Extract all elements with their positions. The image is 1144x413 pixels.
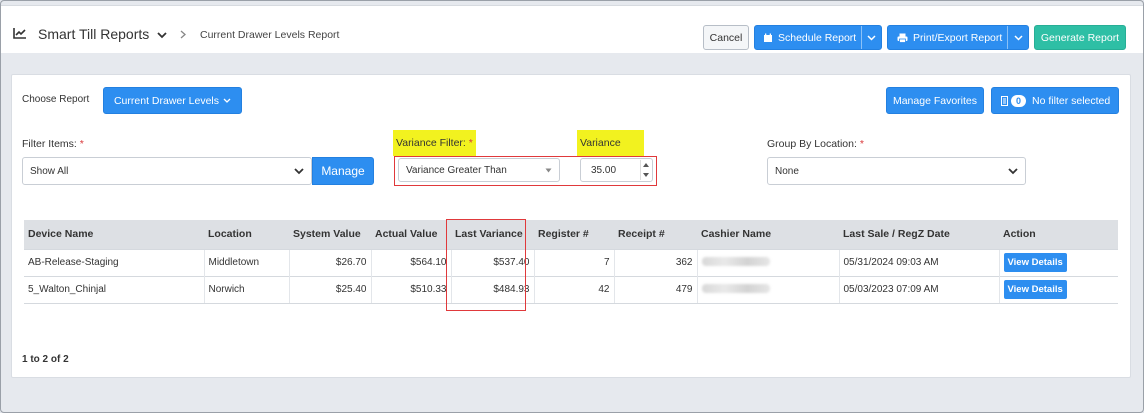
pagination-summary: 1 to 2 of 2 <box>22 354 69 365</box>
chevron-down-icon <box>1008 168 1018 175</box>
redacted-text <box>701 256 770 266</box>
filter-items-label: Filter Items: * <box>22 138 84 150</box>
chevron-down-icon <box>223 98 231 103</box>
table-header-row: Device Name Location System Value Actual… <box>24 220 1118 249</box>
variance-filter-select[interactable]: Variance Greater Than <box>398 158 560 182</box>
system-value-cell: $25.40 <box>288 275 371 304</box>
column-header[interactable]: Action <box>999 220 1118 249</box>
manage-favorites-button[interactable]: Manage Favorites <box>886 87 984 114</box>
action-cell: View Details <box>998 275 1118 304</box>
stepper-up-icon[interactable] <box>643 163 649 167</box>
last-sale-date-cell: 05/31/2024 09:03 AM <box>838 248 999 276</box>
group-by-location-select[interactable]: None <box>767 157 1026 185</box>
group-by-location-label: Group By Location: * <box>767 138 864 150</box>
filter-items-value: Show All <box>30 165 69 177</box>
column-header[interactable]: Device Name <box>24 220 204 249</box>
schedule-report-label: Schedule Report <box>778 31 857 44</box>
chevron-down-icon[interactable] <box>1014 35 1023 41</box>
filter-count-badge: 0 <box>1011 94 1027 107</box>
results-table: Device Name Location System Value Actual… <box>24 220 1118 304</box>
column-header[interactable]: Actual Value <box>371 220 451 249</box>
receipt-cell: 362 <box>613 248 697 276</box>
register-cell: 42 <box>533 275 614 304</box>
cancel-button[interactable]: Cancel <box>703 25 749 50</box>
page-title: Smart Till Reports <box>38 26 150 42</box>
view-details-button[interactable]: View Details <box>1003 253 1067 272</box>
redacted-text <box>701 283 770 293</box>
column-header[interactable]: Last Sale / RegZ Date <box>839 220 999 249</box>
group-by-location-value: None <box>775 165 799 177</box>
generate-report-button[interactable]: Generate Report <box>1034 25 1126 50</box>
callout-box <box>446 219 526 311</box>
location-cell: Norwich <box>203 275 289 304</box>
table-row: 5_Walton_Chinjal Norwich $25.40 $510.33 … <box>24 275 1118 304</box>
device-name-cell: AB-Release-Staging <box>24 248 204 276</box>
location-cell: Middletown <box>203 248 289 276</box>
table-row: AB-Release-Staging Middletown $26.70 $56… <box>24 248 1118 276</box>
column-header[interactable]: Location <box>204 220 289 249</box>
filter-items-select[interactable]: Show All <box>22 157 312 185</box>
stepper-down-icon[interactable] <box>643 173 649 177</box>
calendar-icon <box>763 33 773 43</box>
last-sale-date-cell: 05/03/2023 07:09 AM <box>838 275 999 304</box>
device-name-cell: 5_Walton_Chinjal <box>24 275 204 304</box>
cashier-name-cell <box>696 248 839 276</box>
print-export-label: Print/Export Report <box>913 31 1003 44</box>
caret-down-icon <box>545 168 552 173</box>
actual-value-cell: $510.33 <box>370 275 451 304</box>
breadcrumb-current: Current Drawer Levels Report <box>200 29 340 41</box>
system-value-cell: $26.70 <box>288 248 371 276</box>
number-stepper[interactable] <box>640 160 651 180</box>
variance-label: Variance <box>577 130 644 156</box>
actual-value-cell: $564.10 <box>370 248 451 276</box>
report-panel: Choose Report Current Drawer Levels Mana… <box>11 74 1131 378</box>
action-cell: View Details <box>998 248 1118 276</box>
column-header[interactable]: Cashier Name <box>697 220 839 249</box>
chevron-down-icon[interactable] <box>867 35 876 41</box>
variance-value: 35.00 <box>591 164 617 176</box>
app-frame: Smart Till Reports Current Drawer Levels… <box>0 0 1144 413</box>
split-divider <box>1007 26 1008 49</box>
choose-report-label: Choose Report <box>22 94 90 105</box>
filter-list-icon <box>1001 95 1008 106</box>
receipt-cell: 479 <box>613 275 697 304</box>
register-cell: 7 <box>533 248 614 276</box>
schedule-report-button[interactable]: Schedule Report <box>754 25 882 50</box>
report-select-label: Current Drawer Levels <box>113 94 220 107</box>
column-header[interactable]: System Value <box>289 220 371 249</box>
split-divider <box>861 26 862 49</box>
variance-input[interactable]: 35.00 <box>580 158 653 182</box>
printer-icon <box>897 33 908 43</box>
view-details-button[interactable]: View Details <box>1003 280 1067 299</box>
line-chart-icon <box>13 27 27 42</box>
filter-status-label: No filter selected <box>1032 94 1111 107</box>
cashier-name-cell <box>696 275 839 304</box>
manage-filter-button[interactable]: Manage <box>312 157 374 185</box>
chevron-down-icon[interactable] <box>157 30 167 42</box>
chevron-down-icon <box>294 168 304 175</box>
column-header[interactable]: Register # <box>534 220 614 249</box>
print-export-button[interactable]: Print/Export Report <box>887 25 1029 50</box>
filter-status-button[interactable]: 0 No filter selected <box>991 87 1119 114</box>
variance-filter-value: Variance Greater Than <box>406 164 507 176</box>
chevron-right-icon <box>180 30 186 42</box>
column-header[interactable]: Receipt # <box>614 220 697 249</box>
header-bar: Smart Till Reports Current Drawer Levels… <box>1 5 1143 53</box>
report-select-button[interactable]: Current Drawer Levels <box>103 87 242 114</box>
variance-filter-label: Variance Filter: * <box>393 130 476 156</box>
